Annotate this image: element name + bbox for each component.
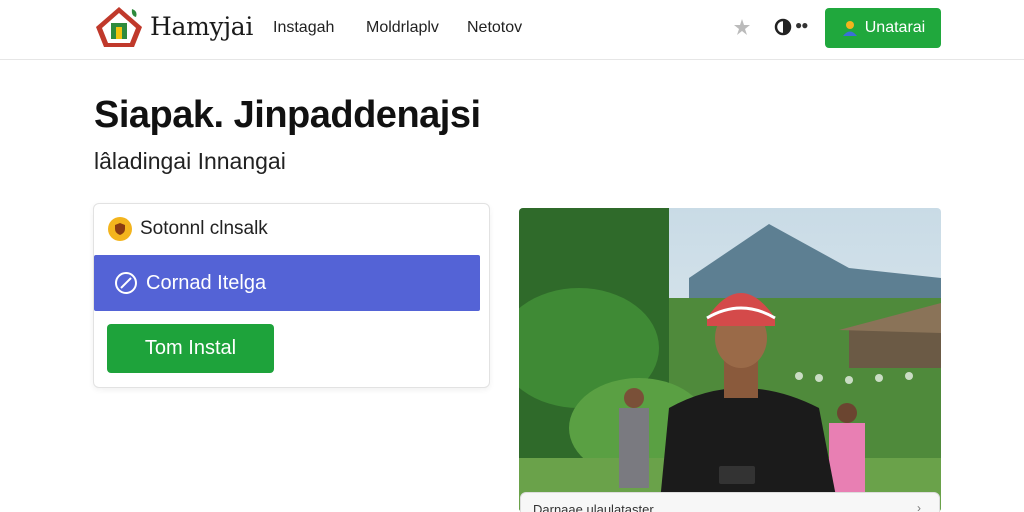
install-button[interactable]: Tom Instal: [107, 324, 274, 373]
shield-badge-icon: [108, 217, 132, 241]
chevron-icon[interactable]: ›: [917, 501, 921, 512]
option-label: Sotonnl clnsalk: [140, 218, 268, 239]
leaf-icon: [115, 272, 137, 294]
more-dots-icon[interactable]: ●●: [795, 18, 808, 32]
photo-caption-bar[interactable]: Darnaae ulaulataster ›: [520, 492, 940, 512]
user-cta-button[interactable]: Unatarai: [825, 8, 941, 48]
top-navbar: Hamyjai Instagah Moldrlaplv Netotov ●● U…: [0, 0, 1024, 60]
brand-name[interactable]: Hamyjai: [150, 12, 253, 41]
nav-link-instagah[interactable]: Instagah: [273, 19, 334, 37]
page-subtitle: lâladingai Innangai: [94, 148, 286, 174]
user-icon: [842, 21, 857, 36]
nav-link-moldrlaplv[interactable]: Moldrlaplv: [366, 19, 439, 37]
theme-toggle-icon[interactable]: [772, 16, 794, 38]
cta-label: Unatarai: [864, 19, 926, 36]
install-options-card: Sotonnl clnsalk Cornad Itelga Tom Instal: [93, 203, 490, 388]
selected-option-row[interactable]: Cornad Itelga: [94, 255, 480, 311]
selected-option-label: Cornad Itelga: [146, 271, 267, 294]
nav-link-netotov[interactable]: Netotov: [467, 19, 522, 37]
option-row[interactable]: Sotonnl clnsalk: [108, 217, 268, 241]
brand-logo-icon[interactable]: [94, 5, 144, 49]
hero-photo: [519, 208, 941, 512]
page-title: Siapak. Jinpaddenajsi: [94, 94, 481, 136]
photo-caption: Darnaae ulaulataster: [533, 502, 654, 512]
star-icon[interactable]: [731, 16, 753, 38]
